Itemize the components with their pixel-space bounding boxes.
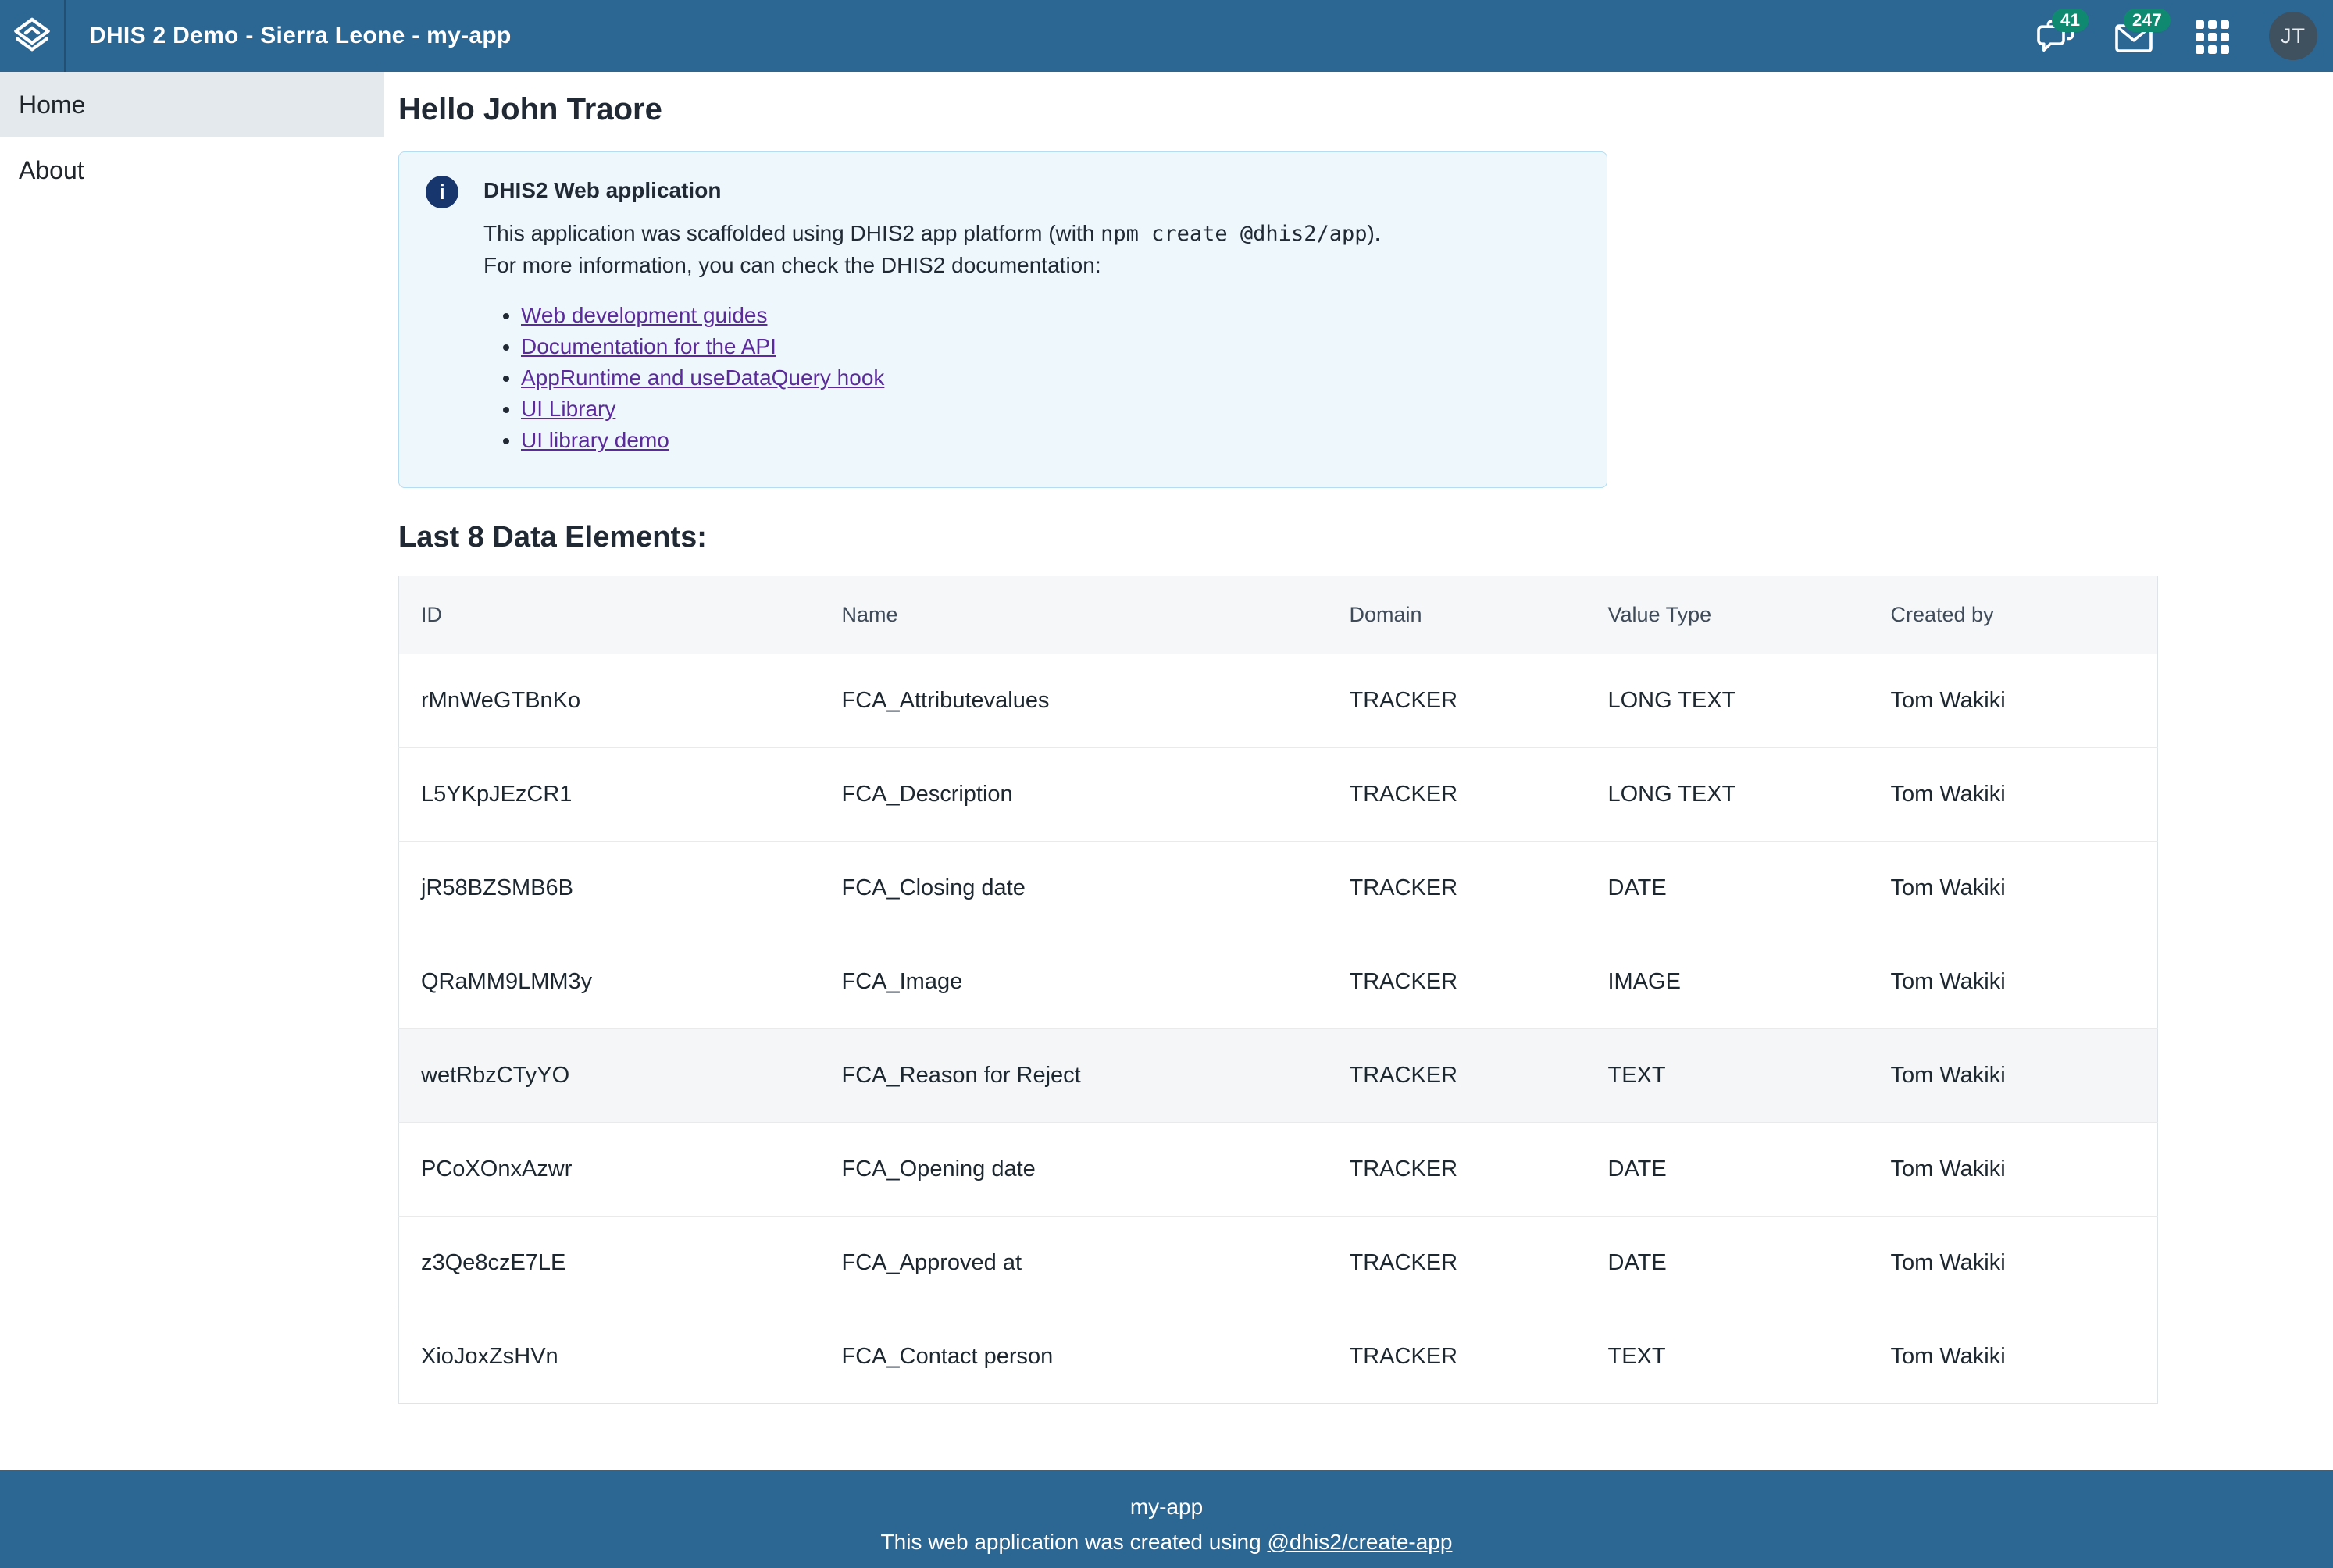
cell-id: z3Qe8czE7LE [399,1217,820,1310]
main-content: Hello John Traore i DHIS2 Web applicatio… [384,72,2333,1470]
column-header-value-type: Value Type [1586,576,1869,654]
table-row: jR58BZSMB6BFCA_Closing dateTRACKERDATETo… [399,842,2158,935]
cell-value-type: DATE [1586,1123,1869,1217]
sidebar-nav: HomeAbout [0,72,384,1470]
footer-app-name: my-app [0,1494,2333,1520]
dhis2-layers-icon [11,15,53,57]
cell-id: PCoXOnxAzwr [399,1123,820,1217]
cell-value-type: IMAGE [1586,935,1869,1029]
header-bar: DHIS 2 Demo - Sierra Leone - my-app 41 2… [0,0,2333,72]
cell-name: FCA_Attributevalues [820,654,1328,748]
cell-name: FCA_Opening date [820,1123,1328,1217]
table-row: QRaMM9LMM3yFCA_ImageTRACKERIMAGETom Waki… [399,935,2158,1029]
cell-created-by: Tom Wakiki [1869,935,2158,1029]
apps-menu-button[interactable] [2191,12,2233,60]
header-actions: 41 247 JT [2035,0,2333,72]
cell-name: FCA_Description [820,748,1328,842]
cell-domain: TRACKER [1328,748,1586,842]
cell-value-type: TEXT [1586,1310,1869,1404]
messages-button[interactable]: 247 [2113,12,2155,60]
messages-count-badge: 247 [2124,9,2171,32]
cell-value-type: LONG TEXT [1586,654,1869,748]
doc-link[interactable]: Web development guides [521,303,767,327]
table-row: wetRbzCTyYOFCA_Reason for RejectTRACKERT… [399,1029,2158,1123]
cell-domain: TRACKER [1328,1217,1586,1310]
table-row: rMnWeGTBnKoFCA_AttributevaluesTRACKERLON… [399,654,2158,748]
doc-link-item: Documentation for the API [521,331,1381,362]
footer-credit-text: This web application was created using [881,1530,1268,1554]
cell-created-by: Tom Wakiki [1869,654,2158,748]
cell-name: FCA_Approved at [820,1217,1328,1310]
table-header-row: IDNameDomainValue TypeCreated by [399,576,2158,654]
notice-title: DHIS2 Web application [483,174,1381,207]
cell-created-by: Tom Wakiki [1869,748,2158,842]
table-row: z3Qe8czE7LEFCA_Approved atTRACKERDATETom… [399,1217,2158,1310]
cell-id: QRaMM9LMM3y [399,935,820,1029]
notice-code: npm create @dhis2/app [1101,222,1367,246]
info-icon: i [426,176,458,208]
cell-name: FCA_Image [820,935,1328,1029]
table-heading: Last 8 Data Elements: [398,519,2333,555]
cell-domain: TRACKER [1328,1310,1586,1404]
cell-domain: TRACKER [1328,654,1586,748]
cell-created-by: Tom Wakiki [1869,1310,2158,1404]
dhis2-logo[interactable] [0,0,66,72]
cell-created-by: Tom Wakiki [1869,842,2158,935]
footer-credit: This web application was created using @… [0,1529,2333,1556]
notice-paragraph: This application was scaffolded using DH… [483,218,1381,281]
notice-line1: This application was scaffolded using DH… [483,221,1101,245]
sidebar-item-about[interactable]: About [0,137,384,203]
column-header-domain: Domain [1328,576,1586,654]
doc-link[interactable]: AppRuntime and useDataQuery hook [521,365,884,390]
documentation-links: Web development guides Documentation for … [483,300,1381,456]
column-header-created-by: Created by [1869,576,2158,654]
cell-created-by: Tom Wakiki [1869,1217,2158,1310]
cell-name: FCA_Reason for Reject [820,1029,1328,1123]
notice-line1-end: ). [1367,221,1380,245]
cell-created-by: Tom Wakiki [1869,1123,2158,1217]
doc-link-item: Web development guides [521,300,1381,331]
cell-id: rMnWeGTBnKo [399,654,820,748]
notice-box: i DHIS2 Web application This application… [398,151,1607,488]
cell-domain: TRACKER [1328,1123,1586,1217]
doc-link-item: AppRuntime and useDataQuery hook [521,362,1381,394]
page-title: Hello John Traore [398,91,2333,128]
doc-link[interactable]: UI library demo [521,428,669,452]
table-row: XioJoxZsHVnFCA_Contact personTRACKERTEXT… [399,1310,2158,1404]
doc-link[interactable]: UI Library [521,397,615,421]
notice-content: DHIS2 Web application This application w… [483,174,1381,456]
user-avatar[interactable]: JT [2269,12,2317,60]
cell-name: FCA_Contact person [820,1310,1328,1404]
footer: my-app This web application was created … [0,1470,2333,1568]
cell-value-type: DATE [1586,1217,1869,1310]
cell-id: wetRbzCTyYO [399,1029,820,1123]
cell-value-type: TEXT [1586,1029,1869,1123]
column-header-name: Name [820,576,1328,654]
interpretations-count-badge: 41 [2052,9,2089,32]
apps-grid-icon [2195,20,2229,54]
table-row: PCoXOnxAzwrFCA_Opening dateTRACKERDATETo… [399,1123,2158,1217]
cell-id: L5YKpJEzCR1 [399,748,820,842]
cell-domain: TRACKER [1328,935,1586,1029]
interpretations-button[interactable]: 41 [2035,12,2077,60]
notice-line2: For more information, you can check the … [483,250,1381,281]
cell-name: FCA_Closing date [820,842,1328,935]
cell-domain: TRACKER [1328,1029,1586,1123]
doc-link-item: UI library demo [521,425,1381,456]
data-elements-table: IDNameDomainValue TypeCreated by rMnWeGT… [398,576,2158,1404]
app-title: DHIS 2 Demo - Sierra Leone - my-app [89,23,512,49]
cell-value-type: LONG TEXT [1586,748,1869,842]
create-app-link[interactable]: @dhis2/create-app [1267,1530,1452,1554]
doc-link-item: UI Library [521,394,1381,425]
cell-id: jR58BZSMB6B [399,842,820,935]
cell-created-by: Tom Wakiki [1869,1029,2158,1123]
doc-link[interactable]: Documentation for the API [521,334,776,358]
cell-domain: TRACKER [1328,842,1586,935]
table-row: L5YKpJEzCR1FCA_DescriptionTRACKERLONG TE… [399,748,2158,842]
column-header-id: ID [399,576,820,654]
cell-value-type: DATE [1586,842,1869,935]
cell-id: XioJoxZsHVn [399,1310,820,1404]
sidebar-item-home[interactable]: Home [0,72,384,137]
